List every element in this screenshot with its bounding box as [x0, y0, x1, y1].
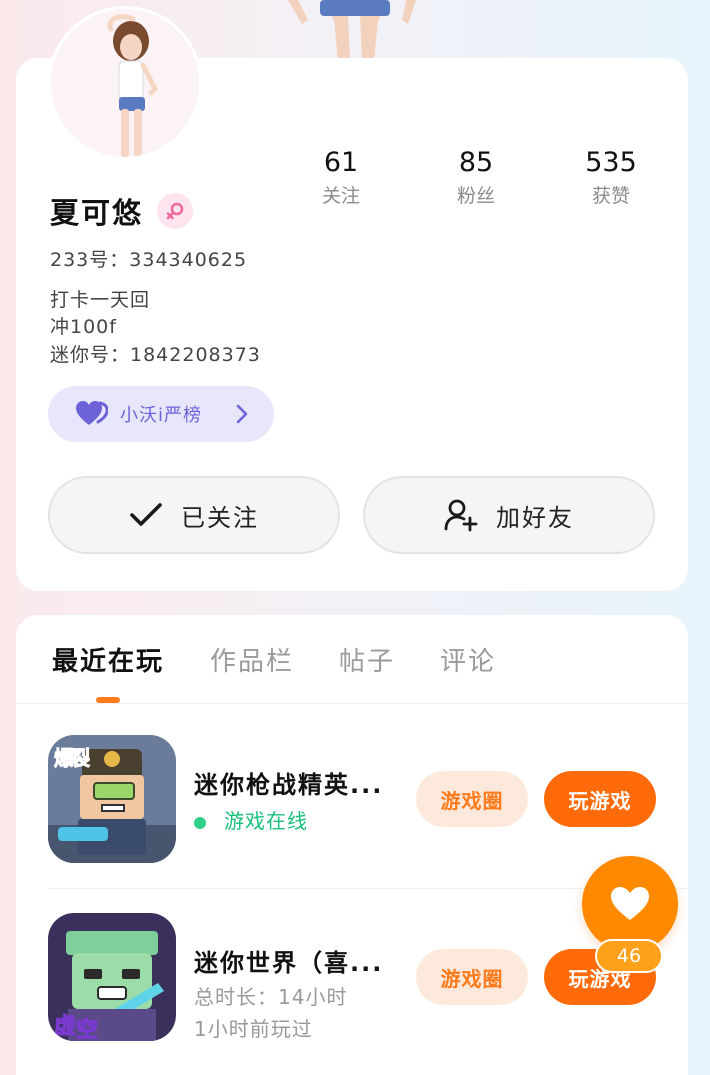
tab-comments[interactable]: 评论: [440, 641, 496, 678]
ranking-tag[interactable]: 小沃i严榜: [48, 386, 274, 442]
game-row[interactable]: 爆 裂 迷你枪战精英... 游戏在线 游戏圈 玩游戏: [16, 725, 688, 885]
floating-like-button[interactable]: [582, 856, 678, 952]
game-online-status: 游戏在线: [194, 805, 308, 834]
hero-character-image: [288, 0, 416, 60]
add-user-icon: [444, 499, 478, 532]
check-icon: [130, 503, 162, 526]
account-id: 233号：334340625: [50, 249, 248, 271]
online-status-text: 游戏在线: [224, 809, 308, 833]
avatar-character-image: [51, 9, 199, 157]
bio-line-1: 打卡一天回: [50, 289, 151, 311]
game-icon-gun-war[interactable]: 爆 裂: [48, 735, 176, 863]
online-dot: [194, 816, 206, 829]
add-friend-button[interactable]: 加好友: [363, 476, 655, 554]
tab-posts[interactable]: 帖子: [339, 641, 395, 678]
active-tab-indicator: [96, 697, 120, 703]
following-count: 61: [323, 147, 359, 178]
heart-icon: [76, 401, 108, 425]
likes-count: 535: [585, 147, 637, 178]
following-label: 关注: [321, 185, 360, 207]
stat-fans[interactable]: 85 粉丝: [431, 146, 521, 210]
game-last-played: 1小时前玩过: [194, 1017, 313, 1041]
content-card: 最近在玩 作品栏 帖子 评论 爆 裂 迷你枪战精英... 游戏在线 游戏圈 玩游…: [16, 615, 688, 1075]
add-friend-label: 加好友: [496, 503, 574, 532]
tab-bar: 最近在玩 作品栏 帖子 评论: [16, 615, 688, 704]
fans-count: 85: [458, 147, 494, 178]
followed-label: 已关注: [181, 503, 259, 532]
game-icon-mini-world[interactable]: 虚 空: [48, 913, 176, 1041]
bio-line-2: 冲100f: [50, 316, 117, 338]
play-game-button[interactable]: 玩游戏: [544, 771, 656, 827]
stat-likes[interactable]: 535 获赞: [566, 146, 656, 210]
like-count-badge: 46: [595, 939, 663, 973]
game-total-time: 总时长：14小时: [194, 985, 348, 1009]
avatar[interactable]: [48, 6, 202, 160]
game-circle-button[interactable]: 游戏圈: [416, 771, 528, 827]
bio-line-3: 迷你号：1842208373: [50, 344, 261, 366]
game-title: 迷你枪战精英...: [194, 771, 384, 799]
game-title: 迷你世界（喜...: [194, 949, 384, 977]
name-row: 夏可悠: [50, 190, 194, 232]
game-circle-button[interactable]: 游戏圈: [416, 949, 528, 1005]
svg-text:裂: 裂: [70, 746, 90, 770]
followed-button[interactable]: 已关注: [48, 476, 340, 554]
stat-following[interactable]: 61 关注: [296, 146, 386, 210]
tab-works[interactable]: 作品栏: [210, 641, 294, 678]
fans-label: 粉丝: [456, 185, 495, 207]
likes-label: 获赞: [591, 185, 630, 207]
female-symbol-icon: [157, 193, 194, 229]
chevron-right-icon: [236, 404, 248, 424]
svg-text:空: 空: [76, 1017, 98, 1041]
heart-icon: [611, 887, 649, 920]
svg-text:虚: 虚: [54, 1013, 76, 1039]
tab-recently-played[interactable]: 最近在玩: [52, 641, 164, 678]
profile-name: 夏可悠: [50, 196, 144, 230]
tag-label: 小沃i严榜: [120, 405, 203, 426]
